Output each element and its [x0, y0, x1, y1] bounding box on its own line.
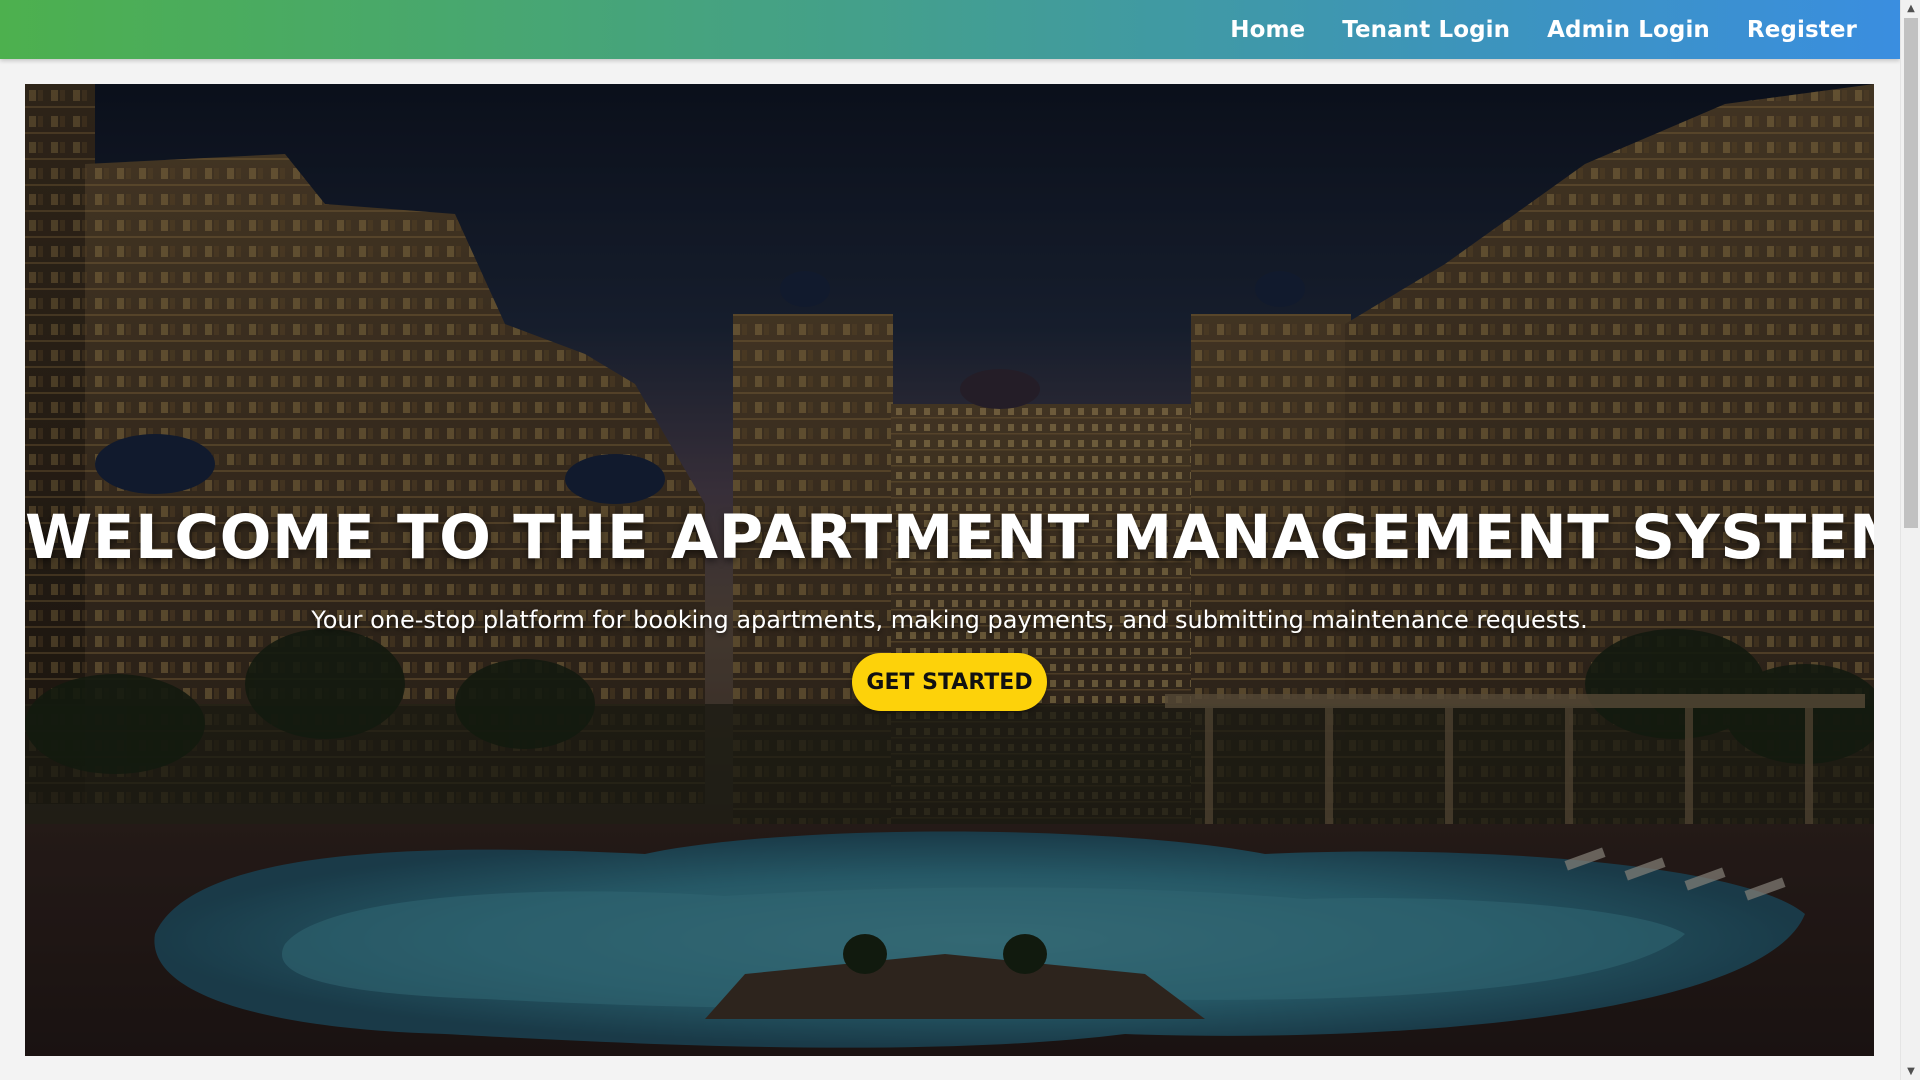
hero-title: WELCOME TO THE APARTMENT MANAGEMENT SYST…: [25, 502, 1874, 573]
nav-link-tenant-login[interactable]: Tenant Login: [1342, 17, 1510, 43]
hero-section: WELCOME TO THE APARTMENT MANAGEMENT SYST…: [25, 84, 1874, 1056]
nav-link-admin-login[interactable]: Admin Login: [1547, 17, 1710, 43]
nav-link-home[interactable]: Home: [1230, 17, 1305, 43]
scrollbar-thumb[interactable]: [1904, 18, 1918, 528]
scroll-down-arrow-icon[interactable]: ▼: [1901, 1063, 1920, 1080]
scroll-up-arrow-icon[interactable]: ▲: [1901, 0, 1920, 17]
hero-subtitle: Your one-stop platform for booking apart…: [311, 606, 1588, 634]
hero-content: WELCOME TO THE APARTMENT MANAGEMENT SYST…: [25, 84, 1874, 1056]
get-started-button[interactable]: GET STARTED: [852, 653, 1047, 711]
page: Home Tenant Login Admin Login Register W…: [0, 0, 1900, 1080]
vertical-scrollbar[interactable]: ▲ ▼: [1900, 0, 1920, 1080]
nav-link-register[interactable]: Register: [1747, 17, 1857, 43]
nav-links: Home Tenant Login Admin Login Register: [1230, 0, 1857, 59]
top-navbar: Home Tenant Login Admin Login Register: [0, 0, 1900, 59]
